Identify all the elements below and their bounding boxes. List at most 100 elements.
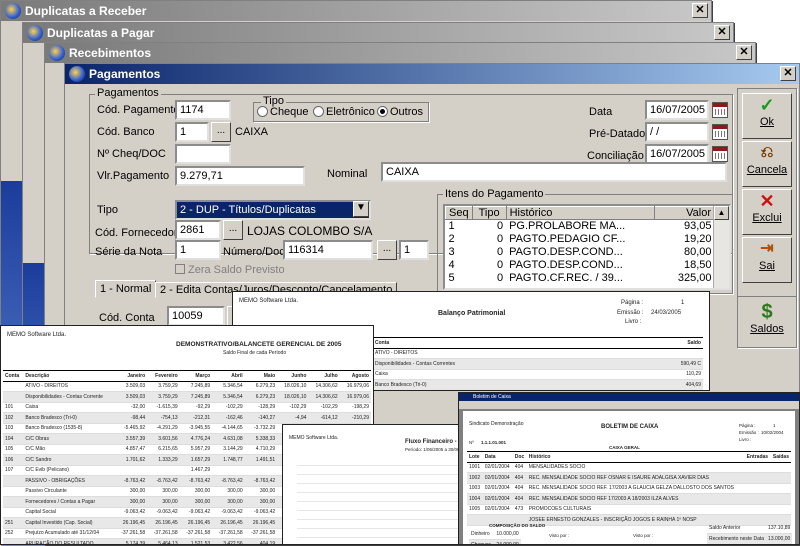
fornecedor-field[interactable]: 2861 xyxy=(175,220,221,240)
cancela-button[interactable]: ⎌ Cancela xyxy=(742,141,792,187)
col-valor[interactable]: Valor xyxy=(654,206,715,220)
table-cell: -4.144,65 xyxy=(212,423,245,434)
cod-conta-field[interactable]: 10059 xyxy=(167,306,225,326)
fornecedor-search-button[interactable]: ... xyxy=(223,220,243,240)
radio-button-selected[interactable] xyxy=(377,106,388,117)
table-cell: 0 xyxy=(496,272,504,284)
table-cell: 300,00 xyxy=(114,486,148,497)
table-cell: -198,29 xyxy=(339,402,371,413)
table-cell: Caixa xyxy=(23,402,115,413)
tab-normal[interactable]: 1 - Normal xyxy=(95,280,157,298)
table-cell xyxy=(114,465,148,476)
radio-button[interactable] xyxy=(257,106,268,117)
header-cell: Junho xyxy=(277,370,309,382)
data-field[interactable]: 16/07/2005 xyxy=(645,100,709,120)
table-cell: 1002 xyxy=(467,472,483,484)
table-row: ATIVO - DIREITOS 3.509,03 3.759,29 7.245,89… xyxy=(3,381,371,392)
close-button[interactable]: ✕ xyxy=(736,45,752,60)
exit-door-icon: ⇥ xyxy=(760,240,774,257)
calendar-icon[interactable] xyxy=(712,146,728,162)
table-header: Conta Descrição Janeiro Fevereiro Março Abril… xyxy=(3,370,371,382)
banco-search-button[interactable]: ... xyxy=(211,122,231,142)
sai-button[interactable]: ⇥ Sai xyxy=(742,237,792,283)
table-cell xyxy=(3,381,24,392)
table-cell: 25,47 xyxy=(629,390,703,391)
table-row[interactable]: 1 0 PG.PROLABORE MA... 93,05 xyxy=(446,220,715,233)
table-row: 1003 02/01/2004 404 REC. MENSALIDADE SOCIO … xyxy=(467,483,791,494)
header-cell: Lote xyxy=(467,451,483,463)
close-button[interactable]: ✕ xyxy=(780,66,796,81)
cod-banco-field[interactable]: 1 xyxy=(175,122,209,142)
table-row: Cheques 24.000,00 xyxy=(469,539,534,544)
table-cell: PAGTO.DESP.COND... xyxy=(509,246,623,258)
report-company: MEMO Software Ltda. xyxy=(289,435,339,441)
report-title: DEMONSTRATIVO/BALANCETE GERENCIAL DE 200… xyxy=(176,341,342,348)
table-cell: -9.063,42 xyxy=(244,507,278,518)
table-header: Lote Data Doc Histórico Entradas Saídas xyxy=(467,451,791,463)
table-cell: 80,00 xyxy=(683,246,712,258)
titlebar-receber[interactable]: Duplicatas a Receber ✕ xyxy=(1,1,711,21)
table-row[interactable]: 4 0 PAGTO.DESP.COND... 18,50 xyxy=(446,259,715,272)
chevron-down-icon[interactable]: ▼ xyxy=(353,201,369,217)
calendar-icon[interactable] xyxy=(712,124,728,140)
radio-eletronico[interactable]: Eletrônico xyxy=(313,106,375,118)
table-cell: -9.063,42 xyxy=(179,507,213,518)
table-row[interactable]: 5 0 PAGTO.CF.REC. / 39... 325,00 xyxy=(446,272,715,285)
viewer-titlebar[interactable]: Boletim de Caixa xyxy=(459,393,799,401)
saldos-button[interactable]: $ Saldos xyxy=(737,296,797,348)
table-cell: REC. MENSALIDADE SOCIO REF 17/2003 A 18/… xyxy=(526,493,744,505)
table-row[interactable]: 3 0 PAGTO.DESP.COND... 80,00 xyxy=(446,246,715,259)
table-cell: 5.174,39 xyxy=(114,538,148,544)
viewer-toolbar[interactable] xyxy=(459,401,799,409)
window-boletim-caixa[interactable]: Boletim de Caixa Sindicato Demonstração … xyxy=(458,392,800,545)
table-row[interactable]: 2 0 PAGTO.PEDAGIO CF... 19,20 xyxy=(446,233,715,246)
conciliacao-field[interactable]: 16/07/2005 xyxy=(645,144,709,164)
table-cell: -102,29 xyxy=(212,402,245,413)
nr-cheq-field[interactable] xyxy=(175,144,231,164)
titlebar-pagamentos[interactable]: Pagamentos ✕ xyxy=(65,64,799,84)
close-button[interactable]: ✕ xyxy=(714,25,730,40)
col-historico[interactable]: Histórico xyxy=(505,206,656,220)
cod-pagamento-field[interactable]: 1174 xyxy=(175,100,231,120)
table-row: Saldo Anterior 137.10,89 xyxy=(707,523,793,534)
report-company: Sindicato Demonstração xyxy=(469,421,524,427)
serie-field[interactable]: 1 xyxy=(175,240,221,260)
titlebar-recebimentos[interactable]: Recebimentos ✕ xyxy=(45,43,755,63)
fornecedor-label: Cód. Fornecedor xyxy=(95,227,178,239)
table-cell: -212,31 xyxy=(179,412,213,424)
table-cell: 16.979,06 xyxy=(339,381,371,392)
numero-search-button[interactable]: ... xyxy=(377,240,397,260)
checkbox[interactable] xyxy=(175,264,185,274)
radio-outros[interactable]: Outros xyxy=(377,106,423,118)
table-cell: 14.306,62 xyxy=(308,381,340,392)
col-tipo[interactable]: Tipo xyxy=(471,206,507,220)
itens-grid[interactable]: Seq Tipo Histórico Valor 1 0 PG.PROLABORE … xyxy=(443,204,731,290)
table-cell: 7.245,89 xyxy=(179,391,213,403)
table-cell: 4.857,47 xyxy=(114,444,148,455)
vlr-pagamento-field[interactable]: 9.279,71 xyxy=(175,166,305,186)
zera-checkbox[interactable]: Zera Saldo Previsto xyxy=(175,264,285,276)
pagina-value: 1 xyxy=(773,423,776,428)
numero-field[interactable]: 116314 xyxy=(283,240,373,260)
table-cell xyxy=(770,493,791,505)
tipo-select[interactable]: 2 - DUP - Títulos/Duplicatas xyxy=(175,200,371,220)
titlebar-pagar[interactable]: Duplicatas a Pagar ✕ xyxy=(23,23,733,43)
table-cell: 26.196,45 xyxy=(212,517,245,529)
calendar-icon[interactable] xyxy=(712,102,728,118)
radio-eletronico-label: Eletrônico xyxy=(326,106,375,118)
radio-button[interactable] xyxy=(313,106,324,117)
radio-cheque[interactable]: Cheque xyxy=(257,106,309,118)
col-seq[interactable]: Seq xyxy=(445,206,473,220)
table-cell xyxy=(3,507,24,518)
ok-button[interactable]: ✓ Ok xyxy=(742,93,792,139)
nominal-field[interactable]: CAIXA xyxy=(381,162,727,182)
close-button[interactable]: ✕ xyxy=(692,3,708,18)
predatado-field[interactable]: / / xyxy=(645,122,709,142)
exclui-button[interactable]: ✕ Exclui xyxy=(742,189,792,235)
scroll-up-button[interactable]: ▲ xyxy=(714,206,729,220)
caixa-geral-label: CAIXA GERAL xyxy=(609,445,640,450)
table-cell: 4 xyxy=(448,259,455,271)
grid-scrollbar[interactable]: ▲ xyxy=(713,206,729,288)
table-row: 1001 02/01/2004 404 MENSALIDADES SOCIO xyxy=(467,462,791,473)
parcela-field[interactable]: 1 xyxy=(399,240,429,260)
